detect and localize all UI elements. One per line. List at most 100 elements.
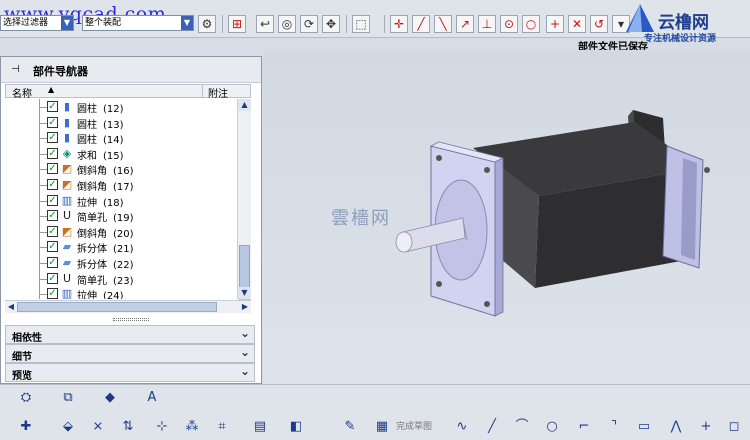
visibility-checkbox[interactable]: ✓ bbox=[47, 225, 58, 237]
tree-row[interactable]: ✓ ◩ 倒斜角 (16) bbox=[5, 161, 237, 178]
assembly-scope-combo[interactable]: 整个装配 ▼ bbox=[82, 15, 194, 31]
feature-tree: ✓ ▮ 圆柱 (12) ✓ ▮ 圆柱 (13) ✓ ▮ 圆柱 (14) ✓ ◈ 求和 (15) ✓ ◩ 倒斜角 (16… bbox=[5, 99, 237, 299]
finish-sketch-label[interactable]: 完成草图 bbox=[396, 419, 432, 432]
vertical-scrollbar[interactable]: ▲ ▼ bbox=[237, 99, 251, 303]
end-point-icon[interactable]: ✛ bbox=[390, 15, 408, 33]
circle-icon[interactable]: ○ bbox=[542, 418, 562, 436]
visibility-checkbox[interactable]: ✓ bbox=[47, 132, 58, 144]
line-snap-icon[interactable]: ╲ bbox=[434, 15, 452, 33]
intersection-point-icon[interactable]: + bbox=[546, 15, 564, 33]
section-preview[interactable]: 预览 ⌄ bbox=[5, 363, 255, 382]
rectangle-icon[interactable]: ▭ bbox=[634, 418, 654, 436]
pattern-icon[interactable]: ⊹ bbox=[152, 418, 172, 436]
selection-filter-combo[interactable]: 选择过滤器 ▼ bbox=[0, 15, 74, 31]
line-icon[interactable]: ╱ bbox=[482, 418, 502, 436]
fillet-icon[interactable]: ⌐ bbox=[574, 418, 594, 436]
tree-row[interactable]: ✓ ▮ 圆柱 (13) bbox=[5, 114, 237, 131]
scroll-down-icon[interactable]: ▼ bbox=[238, 287, 251, 299]
pin-icon[interactable]: ⊣ bbox=[11, 64, 20, 75]
toolbar-separator bbox=[384, 15, 385, 33]
visibility-checkbox[interactable]: ✓ bbox=[47, 101, 58, 112]
scroll-thumb[interactable] bbox=[17, 302, 217, 312]
visibility-checkbox[interactable]: ✓ bbox=[47, 272, 58, 284]
tree-row[interactable]: ✓ ◈ 求和 (15) bbox=[5, 145, 237, 162]
rotate-icon[interactable]: ⟳ bbox=[300, 15, 318, 33]
feature-index: (23) bbox=[113, 275, 134, 287]
feature-index: (13) bbox=[103, 119, 124, 131]
snap-point-icon[interactable]: ⊞ bbox=[228, 15, 246, 33]
visibility-checkbox[interactable]: ✓ bbox=[47, 163, 58, 175]
sort-up-icon[interactable]: ▲ bbox=[48, 85, 54, 94]
quadrant-point-icon[interactable]: ○ bbox=[522, 15, 540, 33]
visibility-checkbox[interactable]: ✓ bbox=[47, 288, 58, 299]
sketch-icon[interactable]: ✎ bbox=[340, 418, 360, 436]
scroll-right-icon[interactable]: ▶ bbox=[239, 301, 251, 313]
toolbar-separator bbox=[346, 15, 347, 33]
chamfer-sketch-icon[interactable]: ⌝ bbox=[604, 418, 624, 436]
graphics-viewport[interactable]: 雲檣网 bbox=[263, 50, 750, 384]
mid-point-icon[interactable]: ╱ bbox=[412, 15, 430, 33]
tree-row[interactable]: ✓ ◩ 倒斜角 (17) bbox=[5, 177, 237, 193]
box-select-icon[interactable]: ⬚ bbox=[352, 15, 370, 33]
tree-row[interactable]: ✓ U 简单孔 (19) bbox=[5, 208, 237, 225]
visibility-checkbox[interactable]: ✓ bbox=[47, 257, 58, 268]
horizontal-scrollbar[interactable]: ◀ ▶ bbox=[5, 300, 251, 313]
feature-index: (16) bbox=[113, 166, 134, 178]
section-dependencies[interactable]: 相依性 ⌄ bbox=[5, 325, 255, 344]
visibility-checkbox[interactable]: ✓ bbox=[47, 210, 58, 222]
tree-row[interactable]: ✓ ▥ 拉伸 (18) bbox=[5, 192, 237, 209]
visibility-checkbox[interactable]: ✓ bbox=[47, 179, 58, 190]
offset-icon[interactable]: ⌗ bbox=[212, 418, 232, 436]
text-icon[interactable]: A bbox=[142, 389, 162, 407]
panel-splitter[interactable] bbox=[113, 318, 149, 321]
visibility-checkbox[interactable]: ✓ bbox=[47, 116, 58, 128]
tree-row[interactable]: ✓ ◩ 倒斜角 (20) bbox=[5, 223, 237, 240]
visibility-checkbox[interactable]: ✓ bbox=[47, 241, 58, 253]
feature-name: 圆柱 bbox=[77, 135, 97, 147]
constraint-icon[interactable]: ⨯ bbox=[88, 418, 108, 436]
section-details[interactable]: 细节 ⌄ bbox=[5, 344, 255, 363]
arc-icon[interactable]: ⌒ bbox=[512, 418, 532, 436]
point-icon[interactable]: + bbox=[696, 418, 716, 436]
array-icon[interactable]: ⁂ bbox=[182, 418, 202, 436]
simple-hole-icon: U bbox=[62, 271, 72, 285]
tangent-icon[interactable]: ↗ bbox=[456, 15, 474, 33]
feature-index: (20) bbox=[113, 228, 134, 240]
filter-reset-icon[interactable]: ⚙ bbox=[198, 15, 216, 33]
existing-point-icon[interactable]: ✕ bbox=[568, 15, 586, 33]
scroll-left-icon[interactable]: ◀ bbox=[5, 301, 17, 313]
scroll-up-icon[interactable]: ▲ bbox=[238, 99, 251, 111]
undo-icon[interactable]: ↩ bbox=[256, 15, 274, 33]
add-feature-icon[interactable]: ✚ bbox=[16, 418, 36, 436]
tree-row[interactable]: ✓ ▮ 圆柱 (14) bbox=[5, 130, 237, 147]
chevron-down-icon: ⌄ bbox=[239, 364, 250, 378]
tree-row[interactable]: ✓ ▰ 拆分体 (21) bbox=[5, 239, 237, 256]
shade-icon[interactable]: ◧ bbox=[286, 418, 306, 436]
move-icon[interactable]: ⇅ bbox=[118, 418, 138, 436]
display-icon[interactable]: ◆ bbox=[100, 389, 120, 407]
column-note-header[interactable]: 附注 bbox=[202, 85, 252, 100]
spline-icon[interactable]: ◻ bbox=[724, 418, 744, 436]
finish-sketch-icon[interactable]: ▦ bbox=[372, 418, 392, 436]
save-icon[interactable]: ▤ bbox=[250, 418, 270, 436]
pan-icon[interactable]: ✥ bbox=[322, 15, 340, 33]
tree-row[interactable]: ✓ U 简单孔 (23) bbox=[5, 270, 237, 287]
center-point-icon[interactable]: ⊙ bbox=[500, 15, 518, 33]
mirror-icon[interactable]: ⬙ bbox=[58, 418, 78, 436]
point-on-curve-icon[interactable]: ↺ bbox=[590, 15, 608, 33]
tree-row[interactable]: ✓ ▰ 拆分体 (22) bbox=[5, 255, 237, 271]
view-orient-icon[interactable]: ◎ bbox=[278, 15, 296, 33]
visibility-checkbox[interactable]: ✓ bbox=[47, 147, 58, 159]
perpendicular-icon[interactable]: ⊥ bbox=[478, 15, 496, 33]
profile-icon[interactable]: ∿ bbox=[452, 418, 472, 436]
feature-label: 圆柱 (14) bbox=[77, 131, 124, 146]
polyline-icon[interactable]: ⋀ bbox=[666, 418, 686, 436]
section-label: 细节 bbox=[12, 352, 32, 363]
assembly-icon[interactable]: ⛭ bbox=[16, 389, 36, 407]
tree-row[interactable]: ✓ ▮ 圆柱 (12) bbox=[5, 99, 237, 115]
chevron-down-icon: ▼ bbox=[61, 16, 73, 30]
component-icon[interactable]: ⧉ bbox=[58, 389, 78, 407]
tree-row[interactable]: ✓ ▥ 拉伸 (24) bbox=[5, 286, 237, 299]
column-name-header[interactable]: 名称 bbox=[12, 85, 32, 100]
visibility-checkbox[interactable]: ✓ bbox=[47, 194, 58, 206]
